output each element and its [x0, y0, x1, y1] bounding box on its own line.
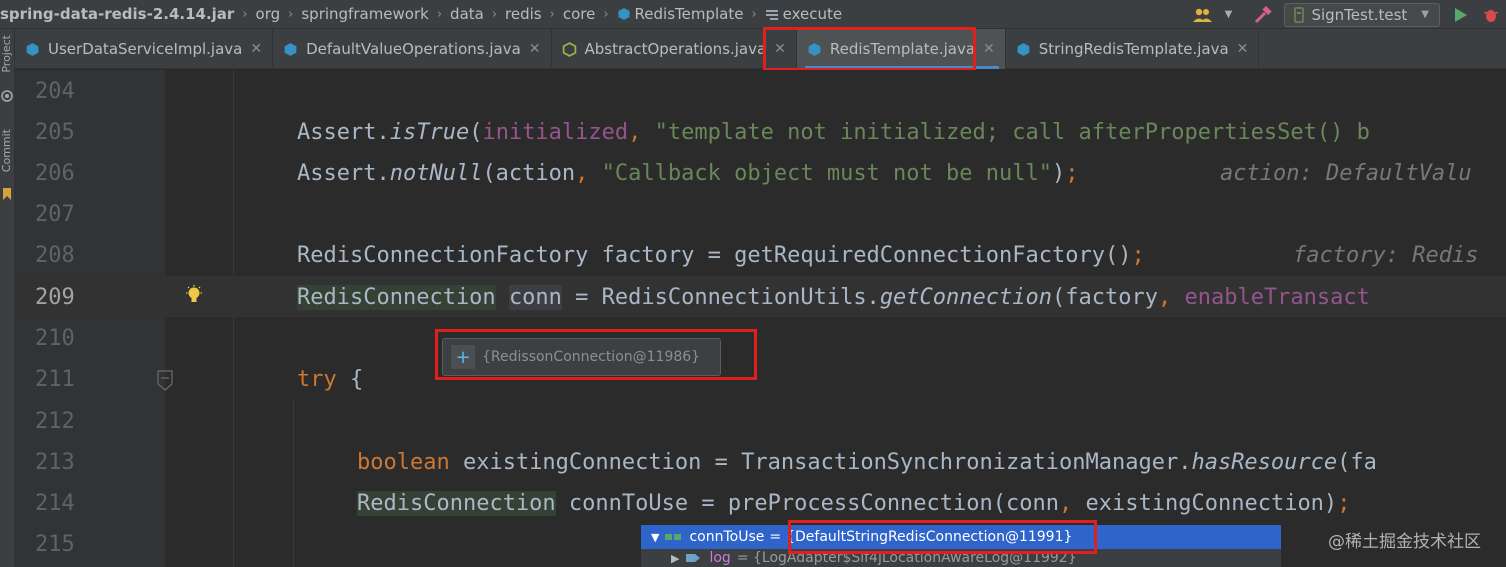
lightbulb-icon[interactable]: [185, 285, 203, 305]
variable-equals: =: [769, 529, 782, 545]
field-icon: [665, 534, 682, 540]
build-hammer-icon[interactable]: [1252, 4, 1274, 26]
code-line-current: 209 RedisConnection conn = RedisConnecti…: [15, 276, 1506, 317]
line-number: 211: [35, 367, 75, 392]
code-text: RedisConnectionFactory factory = getRequ…: [297, 243, 1145, 268]
code-line: 211 try {: [15, 358, 1506, 399]
code-text: boolean existingConnection = Transaction…: [357, 450, 1377, 475]
chevron-right-icon: ›: [549, 6, 555, 22]
breadcrumb-method[interactable]: execute: [765, 5, 842, 23]
chevron-right-icon: ›: [436, 6, 443, 22]
variable-name: connToUse: [689, 529, 765, 545]
tag-icon: [686, 554, 701, 562]
code-text: try {: [297, 367, 364, 392]
close-icon[interactable]: ✕: [1237, 41, 1249, 57]
variable-name: log: [709, 550, 731, 566]
code-line: 205 Assert.isTrue(initialized, "template…: [15, 111, 1506, 152]
method-icon: [765, 10, 778, 20]
test-config-icon: [1294, 6, 1305, 23]
line-number: 212: [35, 409, 75, 434]
chevron-down-icon[interactable]: ▼: [651, 531, 659, 544]
breadcrumb-redis[interactable]: redis: [505, 5, 542, 23]
close-icon[interactable]: ✕: [250, 41, 262, 57]
tab-userdataserviceimpl[interactable]: UserDataServiceImpl.java ✕: [15, 29, 274, 69]
chevron-right-icon: ›: [751, 6, 757, 22]
line-number: 204: [35, 79, 75, 104]
close-icon[interactable]: ✕: [983, 41, 995, 57]
code-line: 208 RedisConnectionFactory factory = get…: [15, 234, 1506, 275]
line-number: 208: [35, 243, 75, 268]
tab-label: StringRedisTemplate.java: [1038, 40, 1229, 58]
users-icon[interactable]: [1192, 4, 1214, 26]
tab-label: AbstractOperations.java: [584, 40, 767, 58]
tab-abstractoperations[interactable]: AbstractOperations.java ✕: [552, 29, 797, 69]
inline-debug-hint: factory: Redis: [1293, 243, 1479, 268]
fold-marker-icon[interactable]: [156, 370, 174, 392]
code-text: RedisConnection connToUse = preProcessCo…: [357, 491, 1351, 516]
chevron-right-icon: ›: [603, 6, 609, 22]
line-number: 205: [35, 120, 75, 145]
chevron-right-icon: ›: [242, 6, 248, 22]
abstract-class-icon: [562, 41, 576, 57]
run-configuration-select[interactable]: SignTest.test ▼: [1284, 2, 1440, 27]
class-icon: [284, 42, 297, 56]
line-number: 209: [35, 285, 75, 310]
chevron-right-icon: ›: [288, 6, 294, 22]
watermark: @稀土掘金技术社区: [1328, 532, 1481, 552]
code-line: 210: [15, 317, 1506, 358]
chevron-down-icon[interactable]: ▼: [1222, 4, 1234, 26]
breadcrumb-org[interactable]: org: [256, 5, 281, 23]
tab-stringredistemplate[interactable]: StringRedisTemplate.java ✕: [1006, 29, 1260, 69]
line-number: 210: [35, 326, 75, 351]
line-number: 213: [35, 450, 75, 475]
class-icon: [1017, 42, 1030, 56]
breadcrumb-core[interactable]: core: [563, 5, 596, 23]
code-line: 214 RedisConnection connToUse = preProce…: [15, 482, 1506, 523]
breadcrumb-method-label: execute: [782, 5, 843, 23]
code-line: 204: [15, 70, 1506, 111]
left-tool-strip: Project Commit: [0, 29, 15, 567]
code-text: Assert.notNull(action, "Callback object …: [297, 161, 1079, 186]
line-number: 207: [35, 202, 75, 227]
close-icon[interactable]: ✕: [529, 41, 541, 57]
commit-icon: [1, 90, 13, 102]
code-line: 207: [15, 193, 1506, 234]
commit-tool-button[interactable]: Commit: [0, 129, 15, 172]
project-tool-button[interactable]: Project: [0, 35, 15, 73]
editor-tabs: UserDataServiceImpl.java ✕ DefaultValueO…: [15, 29, 1506, 69]
tab-label: UserDataServiceImpl.java: [48, 40, 243, 58]
inline-debug-hint: action: DefaultValu: [1220, 161, 1472, 186]
line-number: 215: [35, 532, 75, 557]
debug-icon[interactable]: [1480, 4, 1502, 26]
class-icon: [26, 42, 39, 56]
chevron-right-icon: ›: [491, 6, 498, 22]
chevron-down-icon: ▼: [1421, 9, 1429, 20]
value-highlight-box: [788, 520, 1097, 554]
line-number: 214: [35, 491, 75, 516]
breadcrumb-springframework[interactable]: springframework: [301, 5, 428, 23]
toolbar-right: ▼ SignTest.test ▼: [1188, 0, 1506, 29]
popup-highlight-box: [435, 329, 757, 380]
code-line: 212: [15, 400, 1506, 441]
class-icon: [618, 8, 630, 20]
breadcrumb-data[interactable]: data: [450, 5, 484, 23]
navigation-bar: spring-data-redis-2.4.14.jar › org › spr…: [0, 0, 1506, 29]
run-config-label: SignTest.test: [1311, 5, 1408, 24]
tab-label: DefaultValueOperations.java: [306, 40, 521, 58]
breadcrumb-class[interactable]: RedisTemplate: [617, 5, 744, 23]
chevron-right-icon[interactable]: ▶: [671, 552, 679, 565]
breadcrumb-jar[interactable]: spring-data-redis-2.4.14.jar: [0, 5, 234, 23]
code-text: RedisConnection conn = RedisConnectionUt…: [297, 285, 1370, 310]
code-line: 206 Assert.notNull(action, "Callback obj…: [15, 152, 1506, 193]
code-text: Assert.isTrue(initialized, "template not…: [297, 120, 1370, 145]
tab-highlight-box: [763, 27, 976, 71]
bookmark-icon: [3, 188, 11, 200]
line-number: 206: [35, 161, 75, 186]
breadcrumb-class-label: RedisTemplate: [634, 5, 744, 23]
tab-defaultvalueoperations[interactable]: DefaultValueOperations.java ✕: [273, 29, 552, 69]
code-line: 213 boolean existingConnection = Transac…: [15, 441, 1506, 482]
run-icon[interactable]: [1450, 4, 1472, 26]
